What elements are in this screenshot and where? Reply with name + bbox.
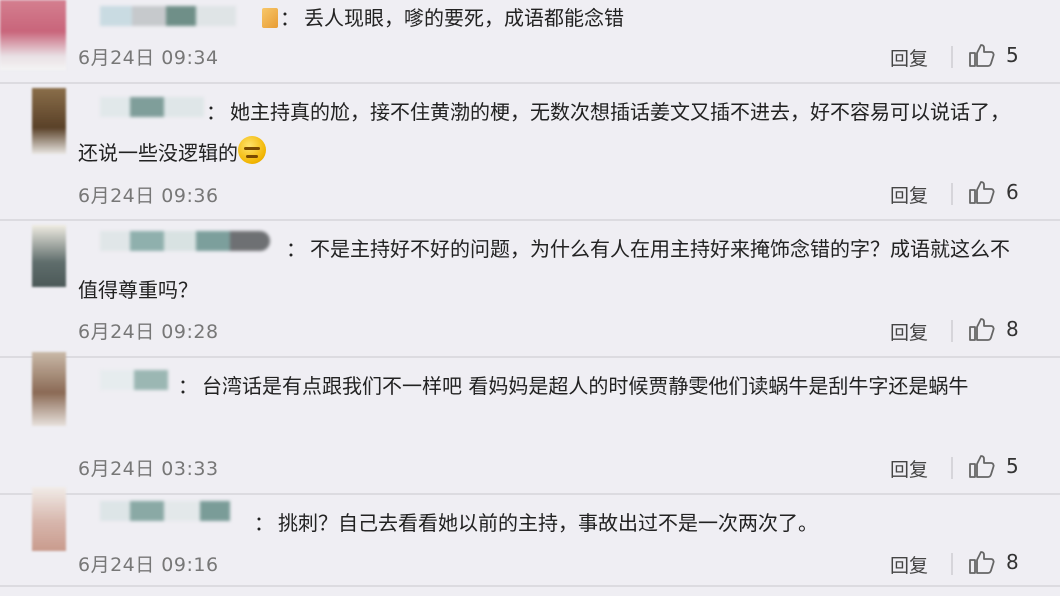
colon: ： — [206, 100, 226, 124]
comment-text: ：挑刺？自己去看看她以前的主持，事故出过不是一次两次了。 — [78, 503, 1012, 544]
like-button[interactable]: 6 — [968, 179, 1019, 205]
colon: ： — [280, 6, 300, 30]
user-badge-icon — [262, 8, 278, 28]
comment-body: 不是主持好不好的问题，为什么有人在用主持好来掩饰念错的字？成语就这么不值得尊重吗… — [78, 237, 1010, 302]
like-count: 5 — [1006, 43, 1019, 67]
comment-text: ：台湾话是有点跟我们不一样吧 看妈妈是超人的时候贾静雯他们读蜗牛是刮牛字还是蜗牛 — [78, 366, 1012, 407]
comment-item: ：不是主持好不好的问题，为什么有人在用主持好来掩饰念错的字？成语就这么不值得尊重… — [0, 221, 1060, 358]
comment-body: 丢人现眼，嗲的要死，成语都能念错 — [304, 6, 624, 30]
action-divider — [951, 457, 953, 479]
reply-button[interactable]: 回复 — [890, 455, 928, 482]
thumbs-up-icon — [969, 181, 995, 204]
comment-text: ：她主持真的尬，接不住黄渤的梗，无数次想插话姜文又插不进去，好不容易可以说话了，… — [78, 92, 1012, 174]
like-count: 6 — [1006, 180, 1019, 204]
like-count: 8 — [1006, 550, 1019, 574]
reply-button[interactable]: 回复 — [890, 181, 928, 208]
colon: ： — [178, 374, 198, 398]
reply-button[interactable]: 回复 — [890, 44, 928, 71]
reply-button[interactable]: 回复 — [890, 318, 928, 345]
comment-item: ：挑刺？自己去看看她以前的主持，事故出过不是一次两次了。 6月24日 09:16… — [0, 487, 1060, 587]
comment-item: ：台湾话是有点跟我们不一样吧 看妈妈是超人的时候贾静雯他们读蜗牛是刮牛字还是蜗牛… — [0, 352, 1060, 495]
comment-item: ：丢人现眼，嗲的要死，成语都能念错 6月24日 09:34 回复 5 — [0, 0, 1060, 84]
comment-body: 台湾话是有点跟我们不一样吧 看妈妈是超人的时候贾静雯他们读蜗牛是刮牛字还是蜗牛 — [202, 374, 969, 398]
colon: ： — [286, 237, 306, 261]
comment-text: ：丢人现眼，嗲的要死，成语都能念错 — [262, 0, 1012, 39]
thumbs-up-icon — [969, 318, 995, 341]
colon: ： — [254, 511, 274, 535]
username-blurred[interactable] — [100, 6, 236, 26]
avatar[interactable] — [32, 487, 66, 551]
avatar[interactable] — [32, 225, 66, 287]
comment-time: 6月24日 09:36 — [78, 185, 219, 207]
like-count: 8 — [1006, 317, 1019, 341]
comment-body: 挑刺？自己去看看她以前的主持，事故出过不是一次两次了。 — [278, 511, 818, 535]
comment-item: ：她主持真的尬，接不住黄渤的梗，无数次想插话姜文又插不进去，好不容易可以说话了，… — [0, 84, 1060, 221]
comment-time: 6月24日 09:16 — [78, 554, 219, 576]
like-count: 5 — [1006, 454, 1019, 478]
avatar[interactable] — [32, 88, 66, 154]
action-divider — [951, 553, 953, 575]
like-button[interactable]: 8 — [968, 316, 1019, 342]
reply-button[interactable]: 回复 — [890, 551, 928, 578]
like-button[interactable]: 8 — [968, 549, 1019, 575]
avatar[interactable] — [0, 0, 66, 70]
smirk-emoji-icon — [238, 136, 266, 164]
thumbs-up-icon — [969, 551, 995, 574]
avatar[interactable] — [32, 352, 66, 426]
action-divider — [951, 320, 953, 342]
action-divider — [951, 46, 953, 68]
comment-text: ：不是主持好不好的问题，为什么有人在用主持好来掩饰念错的字？成语就这么不值得尊重… — [78, 229, 1012, 311]
comment-time: 6月24日 03:33 — [78, 458, 219, 480]
like-button[interactable]: 5 — [968, 453, 1019, 479]
action-divider — [951, 183, 953, 205]
comment-time: 6月24日 09:28 — [78, 321, 219, 343]
thumbs-up-icon — [969, 44, 995, 67]
comment-time: 6月24日 09:34 — [78, 47, 219, 69]
thumbs-up-icon — [969, 455, 995, 478]
like-button[interactable]: 5 — [968, 42, 1019, 68]
